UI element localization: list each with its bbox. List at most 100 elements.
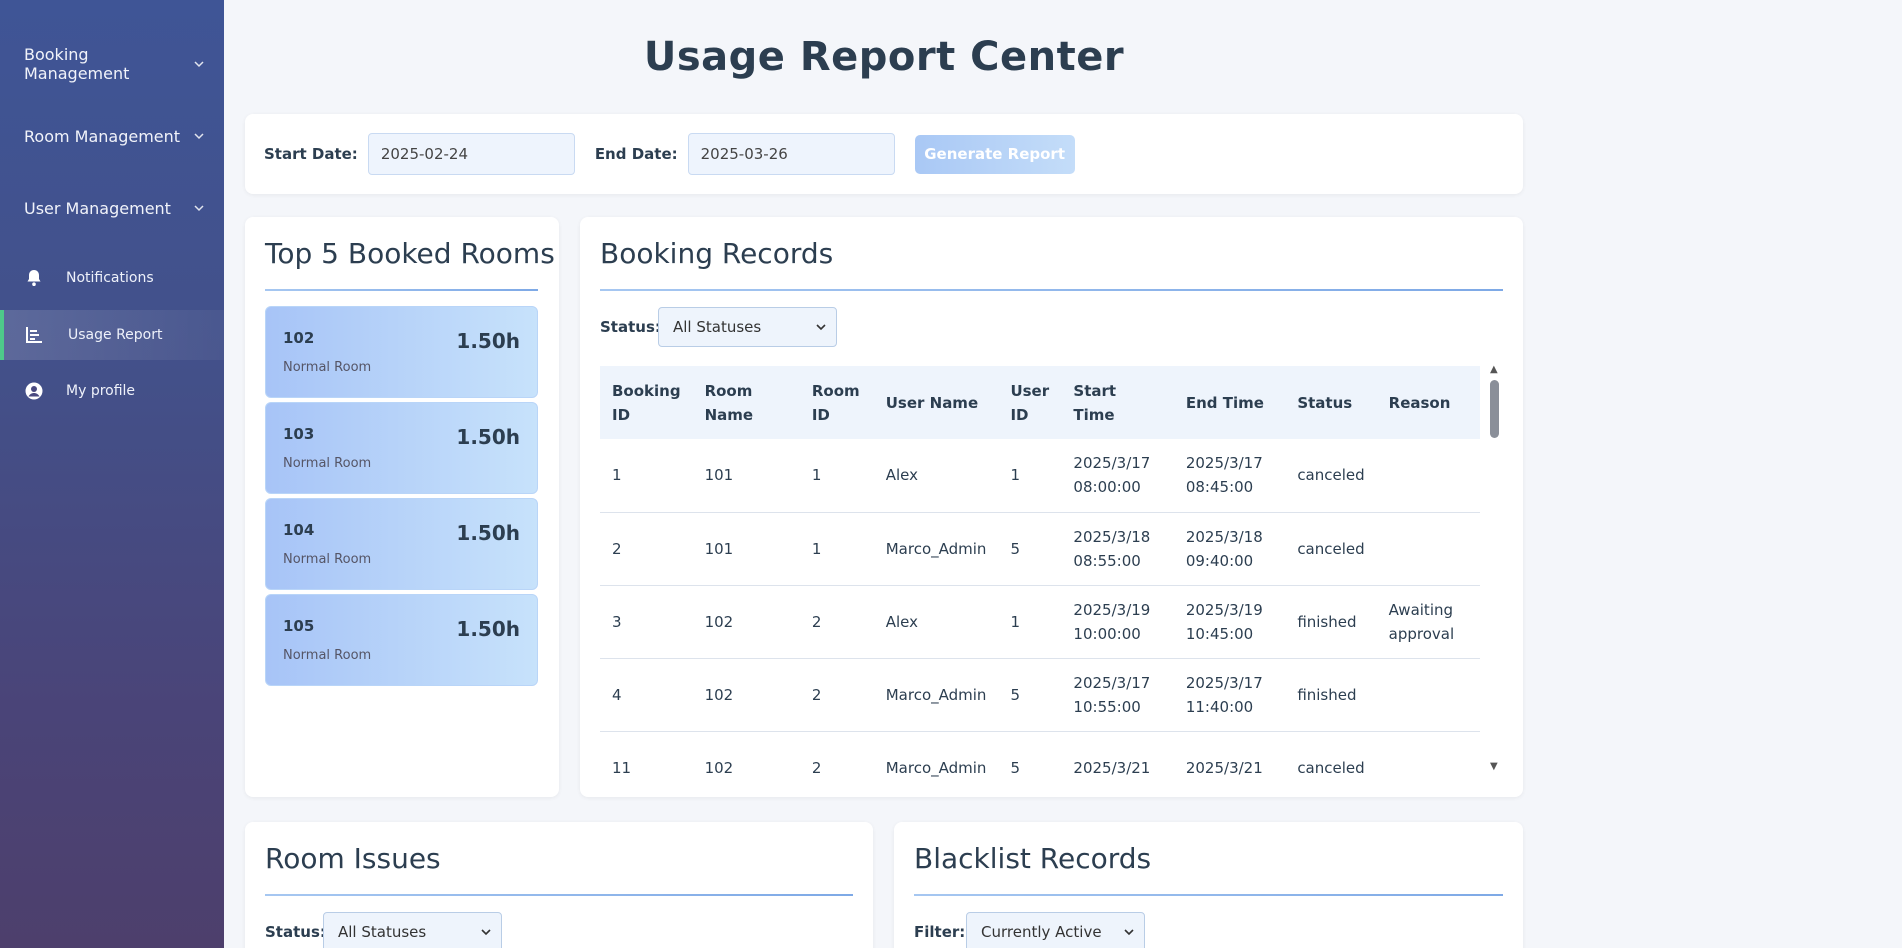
cell-user-id: 5	[998, 658, 1062, 732]
col-header-end-time[interactable]: End Time	[1173, 366, 1286, 439]
cell-room-name: 102	[692, 731, 800, 794]
sidebar-group-room-management[interactable]: Room Management	[0, 112, 224, 160]
end-date: 2025/3/17	[1185, 673, 1263, 692]
bell-icon	[24, 268, 44, 288]
sidebar-item-label: Usage Report	[68, 327, 163, 343]
start-date: 2025/3/19	[1073, 600, 1151, 619]
cell-booking-id: 4	[600, 658, 693, 732]
start-date-input[interactable]: 2025-02-24	[367, 133, 575, 175]
cell-room-name: 101	[692, 439, 800, 513]
cell-status: finished	[1285, 585, 1377, 659]
col-header-room-name[interactable]: Room Name	[692, 366, 800, 439]
start-date: 2025/3/17	[1073, 673, 1151, 692]
sidebar-item-my-profile[interactable]: My profile	[0, 366, 224, 416]
cell-start-time: 2025/3/17 10:55:00	[1061, 658, 1174, 732]
chevron-down-icon	[194, 58, 204, 71]
cell-status: finished	[1285, 658, 1377, 732]
cell-booking-id: 11	[600, 731, 693, 794]
room-name: 103	[283, 425, 315, 443]
cell-room-id: 1	[799, 512, 874, 586]
page-title: Usage Report Center	[643, 34, 1125, 80]
start-clock: 08:00:00	[1073, 478, 1141, 497]
room-hours: 1.50h	[456, 329, 520, 353]
chevron-down-icon	[1124, 926, 1134, 939]
chart-icon	[24, 325, 44, 345]
end-clock: 08:45:00	[1185, 478, 1254, 497]
col-header-user-name[interactable]: User Name	[873, 366, 999, 439]
cell-start-time: 2025/3/18 08:55:00	[1061, 512, 1174, 586]
status-select-value: All Statuses	[338, 923, 427, 941]
room-type: Normal Room	[283, 552, 372, 567]
scroll-down-icon[interactable]: ▼	[1490, 761, 1498, 772]
cell-user-name: Marco_Admin	[873, 658, 999, 732]
divider	[265, 894, 853, 896]
cell-room-id: 2	[799, 585, 874, 659]
cell-user-name: Alex	[873, 439, 999, 513]
room-type: Normal Room	[283, 360, 372, 375]
end-date: 2025/3/19	[1185, 600, 1263, 619]
cell-reason	[1376, 512, 1480, 586]
sidebar-group-label: Room Management	[24, 126, 181, 146]
scrollbar-thumb[interactable]	[1490, 380, 1499, 438]
status-select[interactable]: All Statuses	[658, 307, 837, 347]
cell-user-name: Alex	[873, 585, 999, 659]
sidebar-group-user-management[interactable]: User Management	[0, 184, 224, 232]
cell-user-id: 1	[998, 585, 1062, 659]
room-issues-status-select[interactable]: All Statuses	[323, 912, 502, 948]
room-card[interactable]: 104 Normal Room 1.50h	[265, 498, 538, 590]
divider	[600, 289, 1503, 291]
col-header-status[interactable]: Status	[1285, 366, 1377, 439]
col-header-booking-id[interactable]: Booking ID	[600, 366, 693, 439]
cell-user-name: Marco_Admin	[873, 731, 999, 794]
room-card[interactable]: 105 Normal Room 1.50h	[265, 594, 538, 686]
sidebar-group-booking-management[interactable]: Booking Management	[0, 40, 224, 88]
chevron-down-icon	[816, 321, 826, 334]
cell-end-time: 2025/3/19 10:45:00	[1173, 585, 1286, 659]
cell-start-time: 2025/3/19 10:00:00	[1061, 585, 1174, 659]
cell-user-id: 1	[998, 439, 1062, 513]
sidebar-item-usage-report[interactable]: Usage Report	[0, 310, 224, 360]
cell-room-name: 102	[692, 658, 800, 732]
chevron-down-icon	[481, 926, 491, 939]
table-row[interactable]: 1 101 1 Alex 1 2025/3/17 08:00:00 2025/3/…	[600, 439, 1480, 513]
cell-end-time: 2025/3/17 11:40:00	[1173, 658, 1286, 732]
end-clock: 09:40:00	[1185, 551, 1254, 570]
col-header-reason[interactable]: Reason	[1376, 366, 1480, 439]
scroll-up-icon[interactable]: ▲	[1490, 364, 1498, 375]
booking-records-title: Booking Records	[600, 237, 834, 270]
end-date: 2025/3/18	[1185, 527, 1263, 546]
room-card[interactable]: 103 Normal Room 1.50h	[265, 402, 538, 494]
room-hours: 1.50h	[456, 617, 520, 641]
sidebar-item-label: Notifications	[66, 270, 154, 286]
generate-report-button[interactable]: Generate Report	[914, 134, 1075, 174]
end-clock: 10:45:00	[1185, 624, 1254, 643]
cell-user-name: Marco_Admin	[873, 512, 999, 586]
room-hours: 1.50h	[456, 425, 520, 449]
blacklist-title: Blacklist Records	[914, 842, 1152, 875]
col-header-user-id[interactable]: User ID	[998, 366, 1062, 439]
status-select-value: All Statuses	[673, 318, 762, 336]
sidebar-item-notifications[interactable]: Notifications	[0, 253, 224, 303]
sidebar: Booking Management Room Management User …	[0, 0, 224, 948]
table-row[interactable]: 4 102 2 Marco_Admin 5 2025/3/17 10:55:00 …	[600, 658, 1480, 732]
table-row[interactable]: 2 101 1 Marco_Admin 5 2025/3/18 08:55:00 …	[600, 512, 1480, 586]
table-row[interactable]: 3 102 2 Alex 1 2025/3/19 10:00:00 2025/3/…	[600, 585, 1480, 659]
col-header-start-time[interactable]: Start Time	[1061, 366, 1174, 439]
col-header-room-id[interactable]: Room ID	[799, 366, 874, 439]
room-card[interactable]: 102 Normal Room 1.50h	[265, 306, 538, 398]
start-clock: 10:00:00	[1073, 624, 1141, 643]
cell-end-time: 2025/3/21	[1173, 731, 1286, 794]
room-issues-status-label: Status:	[265, 923, 326, 941]
blacklist-filter-select[interactable]: Currently Active	[966, 912, 1145, 948]
cell-reason	[1376, 439, 1480, 513]
cell-start-time: 2025/3/17 08:00:00	[1061, 439, 1174, 513]
end-date-input[interactable]: 2025-03-26	[687, 133, 895, 175]
room-type: Normal Room	[283, 456, 372, 471]
status-label: Status:	[600, 318, 661, 336]
cell-room-id: 1	[799, 439, 874, 513]
sidebar-group-label: User Management	[24, 198, 171, 218]
table-row[interactable]: 11 102 2 Marco_Admin 5 2025/3/21 2025/3/…	[600, 731, 1480, 794]
cell-status: canceled	[1285, 439, 1377, 513]
booking-table-container[interactable]: Booking ID Room Name Room ID User Name U…	[600, 366, 1480, 794]
table-scrollbar[interactable]: ▲ ▼	[1488, 364, 1502, 772]
